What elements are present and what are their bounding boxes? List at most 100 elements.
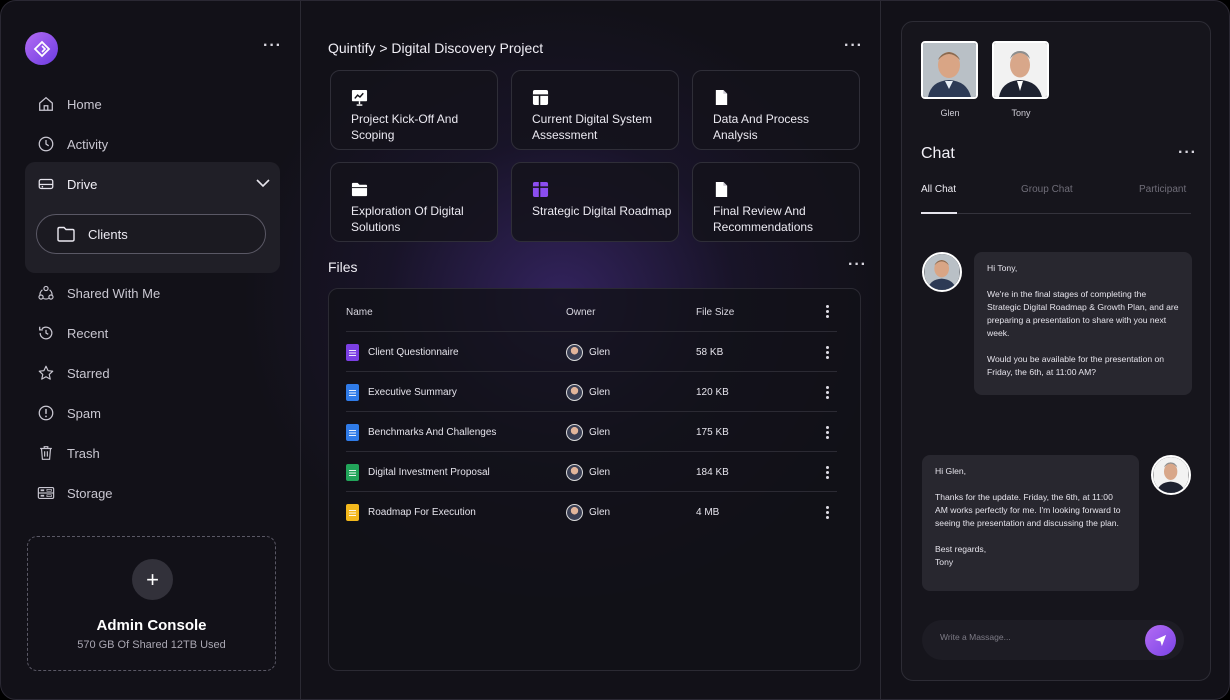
nav-label: Recent — [67, 325, 109, 341]
admin-console-title: Admin Console — [96, 617, 207, 634]
alert-icon — [38, 405, 54, 421]
column-header-size[interactable]: File Size — [696, 307, 734, 318]
project-card-solutions[interactable]: Exploration Of Digital Solutions — [330, 162, 498, 242]
table-row[interactable]: Roadmap For Execution Glen 4 MB — [346, 491, 837, 531]
drive-icon — [38, 178, 54, 190]
drive-section: Drive Clients — [25, 162, 280, 273]
table-icon — [532, 89, 549, 106]
row-options-icon[interactable] — [826, 466, 830, 481]
file-owner: Glen — [589, 346, 611, 358]
nav-item-starred[interactable]: Starred — [37, 361, 110, 385]
owner-avatar — [566, 463, 583, 481]
main-content: Quintify > Digital Discovery Project ···… — [301, 1, 881, 699]
clock-icon — [38, 136, 54, 152]
star-icon — [38, 365, 54, 380]
avatar — [1151, 455, 1191, 495]
share-icon — [38, 285, 54, 300]
file-name: Executive Summary — [368, 386, 457, 398]
admin-console-card[interactable]: + Admin Console 570 GB Of Shared 12TB Us… — [27, 536, 276, 671]
card-label: Project Kick-Off And Scoping — [351, 112, 459, 142]
chevron-down-icon[interactable] — [255, 177, 271, 189]
add-icon[interactable]: + — [132, 559, 173, 600]
column-header-name[interactable]: Name — [346, 307, 373, 318]
table-row[interactable]: Benchmarks And Challenges Glen 175 KB — [346, 411, 837, 451]
owner-avatar — [566, 423, 583, 441]
file-name: Benchmarks And Challenges — [368, 426, 497, 438]
file-owner: Glen — [589, 386, 611, 398]
file-owner: Glen — [589, 466, 611, 478]
app-window: ··· Home Activity Drive Clients Shared W… — [0, 0, 1230, 700]
row-options-icon[interactable] — [826, 426, 830, 441]
document-icon — [715, 89, 728, 106]
send-button[interactable] — [1145, 625, 1176, 656]
card-label: Data And Process Analysis — [713, 112, 810, 142]
participant-glen[interactable]: Glen — [921, 41, 979, 118]
file-size: 175 KB — [696, 426, 729, 438]
tab-group-chat[interactable]: Group Chat — [1021, 184, 1073, 195]
row-options-icon[interactable] — [826, 386, 830, 401]
docs-file-icon — [346, 383, 359, 401]
nav-item-activity[interactable]: Activity — [37, 132, 108, 156]
breadcrumb[interactable]: Quintify > Digital Discovery Project — [328, 40, 543, 56]
avatar — [992, 41, 1049, 99]
card-label: Strategic Digital Roadmap — [532, 204, 672, 218]
file-size: 4 MB — [696, 506, 720, 518]
table-row[interactable]: Executive Summary Glen 120 KB — [346, 371, 837, 411]
nav-label: Drive — [67, 176, 98, 192]
participant-name: Glen — [940, 108, 960, 118]
file-size: 120 KB — [696, 386, 729, 398]
chat-more-icon[interactable]: ··· — [1178, 145, 1197, 161]
slides-file-icon — [346, 503, 359, 521]
nav-item-spam[interactable]: Spam — [37, 401, 101, 425]
home-icon — [39, 96, 53, 111]
table-row[interactable]: Client Questionnaire Glen 58 KB — [346, 331, 837, 371]
project-card-data-analysis[interactable]: Data And Process Analysis — [692, 70, 860, 150]
main-more-icon[interactable]: ··· — [844, 38, 863, 54]
avatar — [921, 41, 978, 99]
active-tab-indicator — [921, 212, 957, 214]
file-size: 184 KB — [696, 466, 729, 478]
files-table: Name Owner File Size Client Questionnair… — [328, 288, 861, 671]
project-card-roadmap[interactable]: Strategic Digital Roadmap — [511, 162, 679, 242]
project-card-final-review[interactable]: Final Review And Recommendations — [692, 162, 860, 242]
folder-icon — [57, 226, 75, 242]
tab-all-chat[interactable]: All Chat — [921, 184, 956, 195]
logo-icon — [33, 40, 50, 57]
nav-item-storage[interactable]: Storage — [37, 481, 113, 505]
nav-label: Starred — [67, 365, 110, 381]
table-row[interactable]: Digital Investment Proposal Glen 184 KB — [346, 451, 837, 491]
roadmap-icon — [532, 181, 549, 198]
nav-item-trash[interactable]: Trash — [37, 441, 100, 465]
row-options-icon[interactable] — [826, 346, 830, 361]
card-label: Final Review And Recommendations — [713, 204, 814, 234]
participant-tony[interactable]: Tony — [992, 41, 1050, 118]
chat-message-outgoing: Hi Glen, Thanks for the update. Friday, … — [922, 455, 1139, 591]
project-card-system-assessment[interactable]: Current Digital System Assessment — [511, 70, 679, 150]
nav-label: Clients — [88, 226, 128, 242]
file-size: 58 KB — [696, 346, 724, 358]
storage-icon — [37, 487, 55, 499]
file-owner: Glen — [589, 506, 611, 518]
column-header-owner[interactable]: Owner — [566, 307, 595, 318]
docs-file-icon — [346, 423, 359, 441]
sheets-file-icon — [346, 463, 359, 481]
nav-item-shared-with-me[interactable]: Shared With Me — [37, 281, 160, 305]
nav-item-clients[interactable]: Clients — [36, 214, 266, 254]
document-icon — [715, 181, 728, 198]
message-composer — [922, 620, 1184, 660]
row-options-icon[interactable] — [826, 506, 830, 521]
nav-item-recent[interactable]: Recent — [37, 321, 108, 345]
header-options-icon[interactable] — [826, 305, 830, 320]
file-name: Roadmap For Execution — [368, 506, 476, 518]
app-logo[interactable] — [25, 32, 58, 65]
trash-icon — [40, 446, 52, 460]
nav-item-drive[interactable]: Drive — [37, 172, 97, 196]
message-input[interactable] — [940, 632, 1140, 642]
tab-participant[interactable]: Participant — [1139, 184, 1186, 195]
nav-item-home[interactable]: Home — [37, 92, 102, 116]
sidebar-more-icon[interactable]: ··· — [263, 38, 282, 54]
project-card-kickoff[interactable]: Project Kick-Off And Scoping — [330, 70, 498, 150]
nav-label: Spam — [67, 405, 101, 421]
avatar — [922, 252, 962, 292]
files-more-icon[interactable]: ··· — [848, 257, 867, 273]
